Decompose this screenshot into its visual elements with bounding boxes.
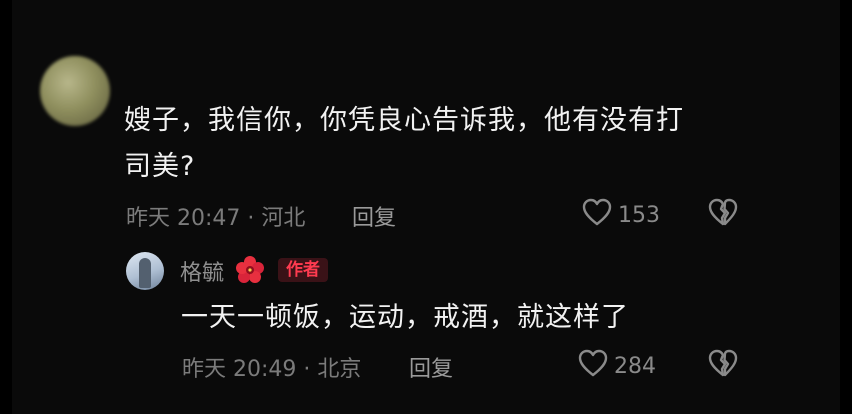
reply-like-button[interactable]: 284 — [578, 349, 656, 383]
heart-outline-icon — [582, 198, 612, 232]
author-username[interactable]: 格毓 — [180, 255, 224, 287]
reply-meta: 昨天 20:49 · 北京 — [182, 357, 362, 382]
comment-meta: 昨天 20:47 · 河北 — [126, 206, 306, 231]
comment-text-line-2: 司美? — [124, 151, 196, 182]
author-badge: 作者 — [278, 258, 328, 282]
heart-outline-icon — [578, 349, 608, 383]
comment-reply-button[interactable]: 回复 — [352, 200, 396, 232]
hibiscus-icon — [235, 255, 265, 285]
comment-body: 嫂子，我信你，你凭良心告诉我，他有没有打 司美? — [124, 98, 744, 190]
commenter-avatar[interactable] — [40, 56, 110, 126]
comment-text-line-1: 嫂子，我信你，你凭良心告诉我，他有没有打 — [124, 105, 684, 136]
reply-body: 一天一顿饭，运动，戒酒，就这样了 — [181, 302, 629, 333]
comment-like-count: 153 — [618, 202, 660, 228]
broken-heart-icon[interactable] — [708, 349, 738, 381]
broken-heart-icon[interactable] — [708, 198, 738, 230]
author-avatar-figure — [139, 258, 151, 288]
reply-reply-button[interactable]: 回复 — [409, 351, 453, 383]
comment-like-button[interactable]: 153 — [582, 198, 660, 232]
reply-like-count: 284 — [614, 353, 656, 379]
author-avatar[interactable] — [126, 252, 164, 290]
